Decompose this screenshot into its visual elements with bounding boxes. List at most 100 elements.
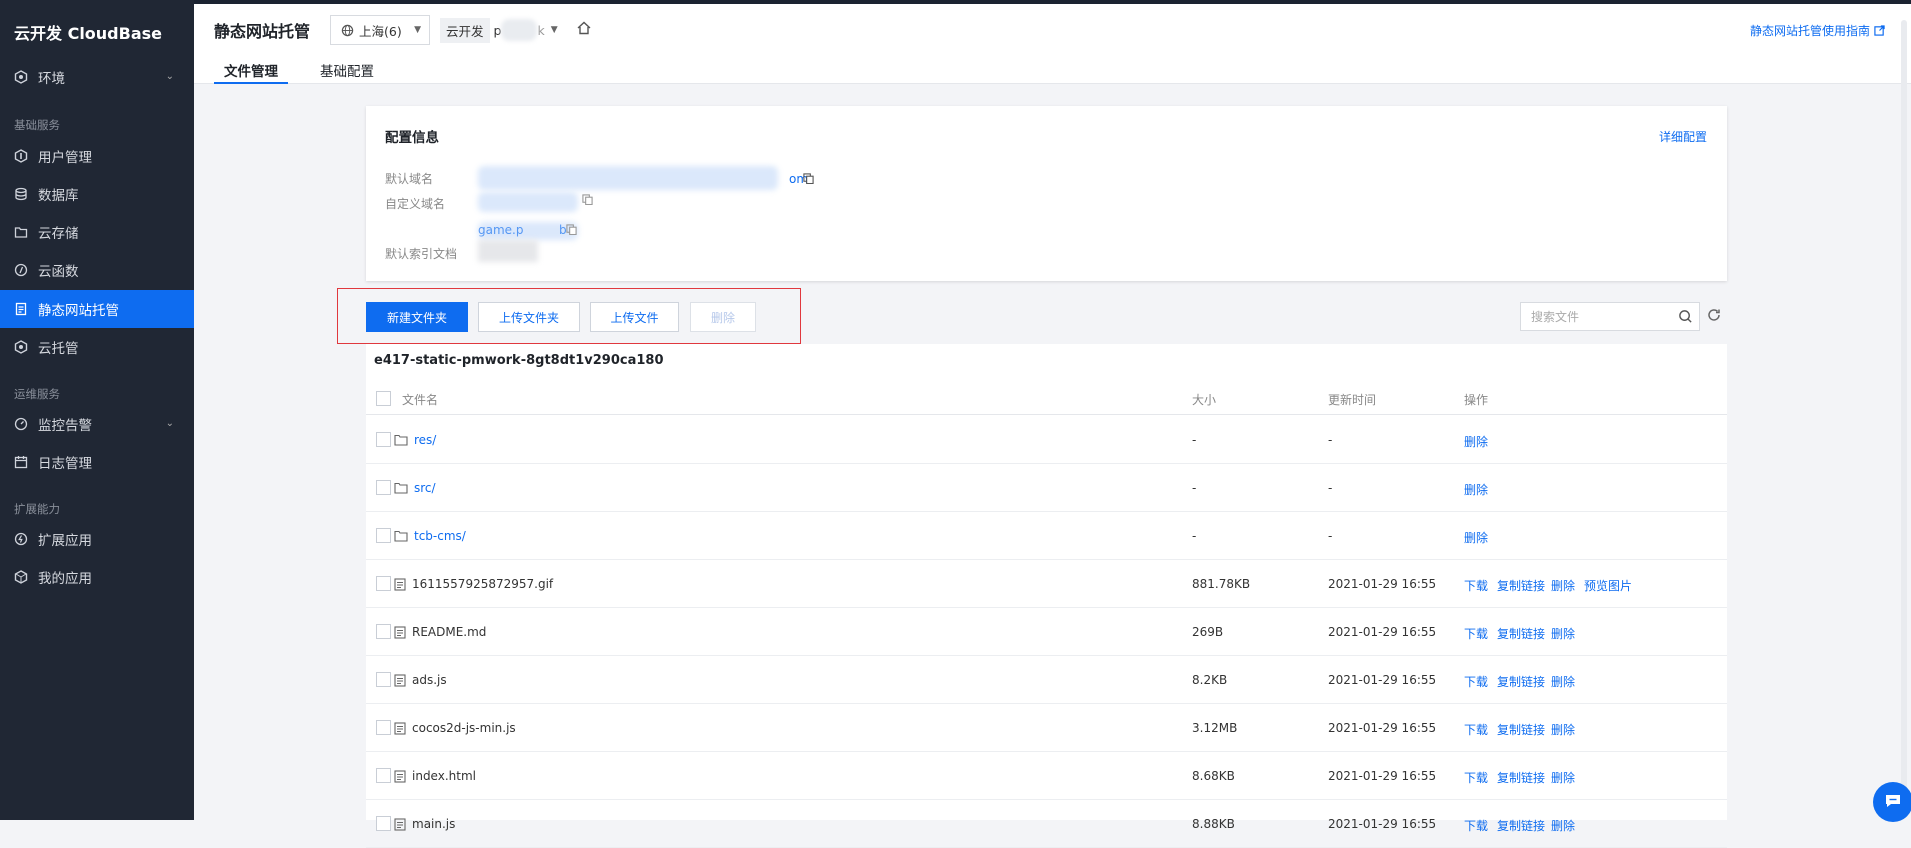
download-link[interactable]: 下载 xyxy=(1464,577,1488,594)
new-folder-button[interactable]: 新建文件夹 xyxy=(366,302,468,332)
group-ext: 扩展能力 xyxy=(14,502,60,516)
download-link[interactable]: 下载 xyxy=(1464,625,1488,642)
gauge-icon xyxy=(14,417,28,431)
sidebar-item-ext-app[interactable]: 扩展应用 xyxy=(0,520,194,558)
copy-icon[interactable] xyxy=(582,194,593,208)
delete-link[interactable]: 删除 xyxy=(1551,721,1575,738)
download-link[interactable]: 下载 xyxy=(1464,769,1488,786)
select-all-checkbox[interactable] xyxy=(376,391,391,406)
bucket-name: e417-static-pmwork-8gt8dt1v290ca180 xyxy=(374,353,664,368)
copy-icon[interactable] xyxy=(803,173,814,187)
delete-link[interactable]: 删除 xyxy=(1551,577,1575,594)
file-time: 2021-01-29 16:55 xyxy=(1328,577,1437,591)
row-checkbox[interactable] xyxy=(376,624,391,639)
sidebar-item-monitor[interactable]: 监控告警 ⌄ xyxy=(0,405,194,443)
preview-link[interactable]: 预览图片 xyxy=(1584,577,1632,594)
delete-link[interactable]: 删除 xyxy=(1464,481,1488,498)
row-checkbox[interactable] xyxy=(376,672,391,687)
file-name[interactable]: res/ xyxy=(394,433,436,447)
database-icon xyxy=(14,187,28,201)
caret-down-icon: ▼ xyxy=(414,25,421,35)
table-row: main.js 8.88KB 2021-01-29 16:55 下载 复制链接 删除 xyxy=(366,800,1727,848)
file-name: cocos2d-js-min.js xyxy=(394,721,516,735)
row-checkbox[interactable] xyxy=(376,480,391,495)
file-size: 8.2KB xyxy=(1192,673,1228,687)
file-name[interactable]: tcb-cms/ xyxy=(394,529,466,543)
caret-down-icon: ▼ xyxy=(550,25,558,35)
row-checkbox[interactable] xyxy=(376,432,391,447)
delete-link[interactable]: 删除 xyxy=(1551,673,1575,690)
detail-config-link[interactable]: 详细配置 xyxy=(1659,128,1707,145)
file-name: index.html xyxy=(394,769,476,783)
sidebar-item-hosting[interactable]: 静态网站托管 xyxy=(0,290,194,328)
home-icon[interactable] xyxy=(576,20,592,39)
table-row: src/ - - 删除 xyxy=(366,464,1727,512)
chat-button[interactable] xyxy=(1873,782,1911,822)
user-shield-icon xyxy=(14,149,28,163)
table-row: README.md 269B 2021-01-29 16:55 下载 复制链接 删除 xyxy=(366,608,1727,656)
download-link[interactable]: 下载 xyxy=(1464,721,1488,738)
row-checkbox[interactable] xyxy=(376,816,391,831)
copy-icon[interactable] xyxy=(566,224,577,238)
row-checkbox[interactable] xyxy=(376,720,391,735)
delete-button[interactable]: 删除 xyxy=(690,302,756,332)
copy-link[interactable]: 复制链接 xyxy=(1497,721,1545,738)
page-header: 静态网站托管 上海(6) ▼ 云开发 p k ▼ 静态网站托管使用指南 文件管理… xyxy=(194,4,1911,84)
custom-domain-label: 自定义域名 xyxy=(385,197,446,211)
sidebar-item-label: 扩展应用 xyxy=(38,533,92,549)
sidebar-item-user[interactable]: 用户管理 xyxy=(0,137,194,175)
copy-link[interactable]: 复制链接 xyxy=(1497,673,1545,690)
sidebar-item-cloudrun[interactable]: 云托管 xyxy=(0,328,194,366)
sidebar-item-label: 静态网站托管 xyxy=(38,303,119,319)
file-time: 2021-01-29 16:55 xyxy=(1328,625,1437,639)
group-ops: 运维服务 xyxy=(14,387,60,401)
region-value: 上海(6) xyxy=(359,23,402,39)
tab-basic[interactable]: 基础配置 xyxy=(320,60,374,84)
region-select[interactable]: 上海(6) ▼ xyxy=(330,15,430,45)
delete-link[interactable]: 删除 xyxy=(1464,433,1488,450)
sidebar-item-log[interactable]: 日志管理 xyxy=(0,443,194,481)
sidebar-item-label: 日志管理 xyxy=(38,456,92,472)
env-select[interactable]: 云开发 p k ▼ xyxy=(440,17,558,43)
env-tag: 云开发 xyxy=(440,17,490,43)
sidebar-item-env[interactable]: 环境 ⌄ xyxy=(0,58,194,96)
brand-logo: 云开发 CloudBase xyxy=(14,24,163,43)
row-checkbox[interactable] xyxy=(376,576,391,591)
file-size: 269B xyxy=(1192,625,1224,639)
sidebar-item-db[interactable]: 数据库 xyxy=(0,175,194,213)
scrollbar[interactable] xyxy=(1901,20,1907,800)
delete-link[interactable]: 删除 xyxy=(1551,625,1575,642)
search-placeholder: 搜索文件 xyxy=(1531,310,1580,324)
copy-link[interactable]: 复制链接 xyxy=(1497,769,1545,786)
delete-link[interactable]: 删除 xyxy=(1551,769,1575,786)
download-link[interactable]: 下载 xyxy=(1464,673,1488,690)
file-size: - xyxy=(1192,481,1197,495)
upload-file-button[interactable]: 上传文件 xyxy=(590,302,679,332)
globe-icon xyxy=(341,24,354,37)
sidebar-item-label: 数据库 xyxy=(38,188,79,204)
col-ops: 操作 xyxy=(1464,393,1489,407)
copy-link[interactable]: 复制链接 xyxy=(1497,577,1545,594)
search-icon[interactable] xyxy=(1678,309,1693,327)
row-checkbox[interactable] xyxy=(376,768,391,783)
hexagon-icon xyxy=(14,340,28,354)
row-checkbox[interactable] xyxy=(376,528,391,543)
cube-icon xyxy=(14,570,28,584)
search-input[interactable]: 搜索文件 xyxy=(1520,302,1700,331)
sidebar-item-storage[interactable]: 云存储 xyxy=(0,213,194,251)
copy-link[interactable]: 复制链接 xyxy=(1497,625,1545,642)
refresh-icon[interactable] xyxy=(1706,307,1722,326)
delete-link[interactable]: 删除 xyxy=(1464,529,1488,546)
upload-folder-button[interactable]: 上传文件夹 xyxy=(478,302,580,332)
config-title: 配置信息 xyxy=(385,130,439,146)
sidebar-item-my-app[interactable]: 我的应用 xyxy=(0,558,194,596)
config-panel: 配置信息 详细配置 默认域名 om 自定义域名 game.p b 默认索引文档 xyxy=(366,106,1727,281)
file-name[interactable]: src/ xyxy=(394,481,436,495)
table-row: tcb-cms/ - - 删除 xyxy=(366,512,1727,560)
tab-files[interactable]: 文件管理 xyxy=(214,60,288,84)
file-name: main.js xyxy=(394,817,455,831)
group-basic: 基础服务 xyxy=(14,118,60,132)
file-size: - xyxy=(1192,529,1197,543)
sidebar-item-func[interactable]: 云函数 xyxy=(0,251,194,289)
guide-link[interactable]: 静态网站托管使用指南 xyxy=(1750,22,1885,39)
